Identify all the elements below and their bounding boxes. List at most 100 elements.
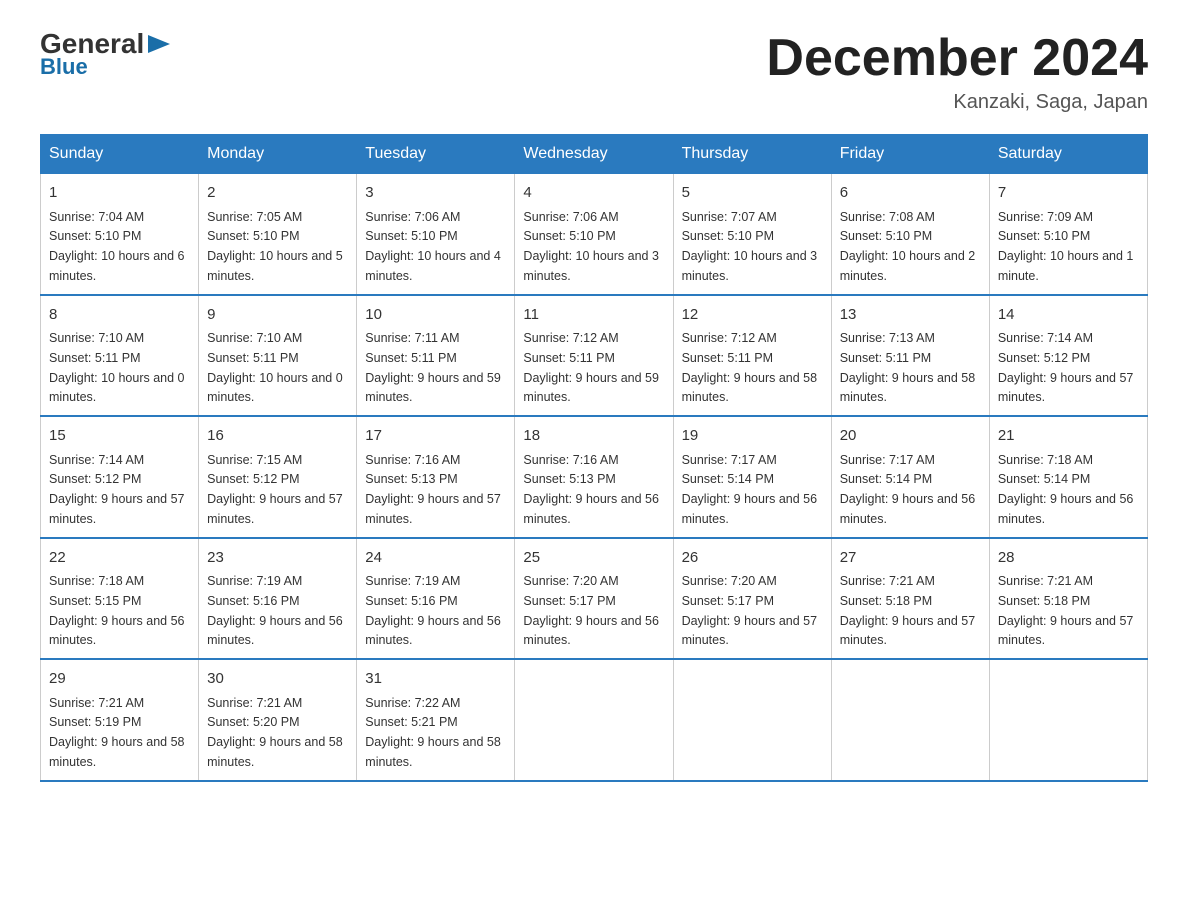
table-row: 20Sunrise: 7:17 AMSunset: 5:14 PMDayligh… — [831, 416, 989, 538]
table-row: 3 Sunrise: 7:06 AMSunset: 5:10 PMDaylight… — [357, 174, 515, 295]
day-number: 14 — [998, 304, 1139, 327]
day-info: Sunrise: 7:14 AMSunset: 5:12 PMDaylight:… — [49, 453, 185, 526]
table-row: 25 Sunrise: 7:20 AMSunset: 5:17 PMDayligh… — [515, 538, 673, 660]
calendar-subtitle: Kanzaki, Saga, Japan — [766, 91, 1148, 114]
table-row: 14 Sunrise: 7:14 AMSunset: 5:12 PMDayligh… — [989, 295, 1147, 417]
day-number: 5 — [682, 182, 823, 205]
day-number: 4 — [523, 182, 664, 205]
header-tuesday: Tuesday — [357, 135, 515, 174]
calendar-week-row: 8 Sunrise: 7:10 AMSunset: 5:11 PMDaylight… — [41, 295, 1148, 417]
day-number: 18 — [523, 425, 664, 448]
day-number: 8 — [49, 304, 190, 327]
day-number: 27 — [840, 547, 981, 570]
logo-blue-text: Blue — [40, 54, 88, 80]
day-number: 13 — [840, 304, 981, 327]
day-number: 3 — [365, 182, 506, 205]
table-row: 18 Sunrise: 7:16 AMSunset: 5:13 PMDayligh… — [515, 416, 673, 538]
table-row: 24 Sunrise: 7:19 AMSunset: 5:16 PMDayligh… — [357, 538, 515, 660]
day-number: 30 — [207, 668, 348, 691]
table-row — [515, 659, 673, 781]
header-thursday: Thursday — [673, 135, 831, 174]
day-info: Sunrise: 7:11 AMSunset: 5:11 PMDaylight:… — [365, 331, 501, 404]
day-info: Sunrise: 7:19 AMSunset: 5:16 PMDaylight:… — [207, 574, 343, 647]
day-info: Sunrise: 7:09 AMSunset: 5:10 PMDaylight:… — [998, 210, 1134, 283]
day-info: Sunrise: 7:16 AMSunset: 5:13 PMDaylight:… — [523, 453, 659, 526]
table-row: 4Sunrise: 7:06 AMSunset: 5:10 PMDaylight… — [515, 174, 673, 295]
calendar-table: Sunday Monday Tuesday Wednesday Thursday… — [40, 134, 1148, 782]
day-info: Sunrise: 7:12 AMSunset: 5:11 PMDaylight:… — [682, 331, 818, 404]
table-row: 23 Sunrise: 7:19 AMSunset: 5:16 PMDayligh… — [199, 538, 357, 660]
day-number: 15 — [49, 425, 190, 448]
day-number: 7 — [998, 182, 1139, 205]
day-number: 23 — [207, 547, 348, 570]
day-info: Sunrise: 7:21 AMSunset: 5:18 PMDaylight:… — [998, 574, 1134, 647]
day-number: 1 — [49, 182, 190, 205]
day-info: Sunrise: 7:04 AMSunset: 5:10 PMDaylight:… — [49, 210, 185, 283]
table-row: 7 Sunrise: 7:09 AMSunset: 5:10 PMDaylight… — [989, 174, 1147, 295]
day-info: Sunrise: 7:20 AMSunset: 5:17 PMDaylight:… — [682, 574, 818, 647]
day-info: Sunrise: 7:22 AMSunset: 5:21 PMDaylight:… — [365, 696, 501, 769]
day-number: 9 — [207, 304, 348, 327]
day-info: Sunrise: 7:10 AMSunset: 5:11 PMDaylight:… — [207, 331, 343, 404]
day-number: 11 — [523, 304, 664, 327]
calendar-week-row: 29 Sunrise: 7:21 AMSunset: 5:19 PMDayligh… — [41, 659, 1148, 781]
table-row: 8Sunrise: 7:10 AMSunset: 5:11 PMDaylight… — [41, 295, 199, 417]
table-row: 11 Sunrise: 7:12 AMSunset: 5:11 PMDayligh… — [515, 295, 673, 417]
table-row: 30Sunrise: 7:21 AMSunset: 5:20 PMDayligh… — [199, 659, 357, 781]
table-row: 1 Sunrise: 7:04 AMSunset: 5:10 PMDaylight… — [41, 174, 199, 295]
logo: General Blue — [40, 30, 170, 80]
day-number: 19 — [682, 425, 823, 448]
day-info: Sunrise: 7:17 AMSunset: 5:14 PMDaylight:… — [682, 453, 818, 526]
table-row: 13 Sunrise: 7:13 AMSunset: 5:11 PMDayligh… — [831, 295, 989, 417]
calendar-header-row: Sunday Monday Tuesday Wednesday Thursday… — [41, 135, 1148, 174]
header-monday: Monday — [199, 135, 357, 174]
day-info: Sunrise: 7:20 AMSunset: 5:17 PMDaylight:… — [523, 574, 659, 647]
day-info: Sunrise: 7:13 AMSunset: 5:11 PMDaylight:… — [840, 331, 976, 404]
table-row: 19 Sunrise: 7:17 AMSunset: 5:14 PMDayligh… — [673, 416, 831, 538]
table-row: 10 Sunrise: 7:11 AMSunset: 5:11 PMDayligh… — [357, 295, 515, 417]
table-row: 2Sunrise: 7:05 AMSunset: 5:10 PMDaylight… — [199, 174, 357, 295]
table-row: 15 Sunrise: 7:14 AMSunset: 5:12 PMDayligh… — [41, 416, 199, 538]
day-info: Sunrise: 7:19 AMSunset: 5:16 PMDaylight:… — [365, 574, 501, 647]
table-row — [831, 659, 989, 781]
day-info: Sunrise: 7:08 AMSunset: 5:10 PMDaylight:… — [840, 210, 976, 283]
table-row: 12 Sunrise: 7:12 AMSunset: 5:11 PMDayligh… — [673, 295, 831, 417]
table-row — [673, 659, 831, 781]
day-info: Sunrise: 7:18 AMSunset: 5:15 PMDaylight:… — [49, 574, 185, 647]
day-info: Sunrise: 7:21 AMSunset: 5:18 PMDaylight:… — [840, 574, 976, 647]
table-row: 16 Sunrise: 7:15 AMSunset: 5:12 PMDayligh… — [199, 416, 357, 538]
calendar-title: December 2024 — [766, 30, 1148, 87]
header-wednesday: Wednesday — [515, 135, 673, 174]
day-info: Sunrise: 7:16 AMSunset: 5:13 PMDaylight:… — [365, 453, 501, 526]
day-info: Sunrise: 7:06 AMSunset: 5:10 PMDaylight:… — [365, 210, 501, 283]
day-info: Sunrise: 7:07 AMSunset: 5:10 PMDaylight:… — [682, 210, 818, 283]
day-number: 16 — [207, 425, 348, 448]
day-number: 25 — [523, 547, 664, 570]
table-row: 29 Sunrise: 7:21 AMSunset: 5:19 PMDayligh… — [41, 659, 199, 781]
day-info: Sunrise: 7:15 AMSunset: 5:12 PMDaylight:… — [207, 453, 343, 526]
day-number: 20 — [840, 425, 981, 448]
day-number: 12 — [682, 304, 823, 327]
day-number: 17 — [365, 425, 506, 448]
day-number: 26 — [682, 547, 823, 570]
table-row: 21 Sunrise: 7:18 AMSunset: 5:14 PMDayligh… — [989, 416, 1147, 538]
day-number: 24 — [365, 547, 506, 570]
day-number: 21 — [998, 425, 1139, 448]
page-header: General Blue December 2024 Kanzaki, Saga… — [40, 30, 1148, 114]
logo-triangle-icon — [148, 35, 170, 53]
header-friday: Friday — [831, 135, 989, 174]
table-row: 17 Sunrise: 7:16 AMSunset: 5:13 PMDayligh… — [357, 416, 515, 538]
day-info: Sunrise: 7:14 AMSunset: 5:12 PMDaylight:… — [998, 331, 1134, 404]
day-info: Sunrise: 7:12 AMSunset: 5:11 PMDaylight:… — [523, 331, 659, 404]
calendar-week-row: 22Sunrise: 7:18 AMSunset: 5:15 PMDayligh… — [41, 538, 1148, 660]
day-number: 31 — [365, 668, 506, 691]
header-sunday: Sunday — [41, 135, 199, 174]
day-number: 29 — [49, 668, 190, 691]
table-row: 22Sunrise: 7:18 AMSunset: 5:15 PMDayligh… — [41, 538, 199, 660]
header-saturday: Saturday — [989, 135, 1147, 174]
day-number: 10 — [365, 304, 506, 327]
table-row: 28Sunrise: 7:21 AMSunset: 5:18 PMDayligh… — [989, 538, 1147, 660]
title-section: December 2024 Kanzaki, Saga, Japan — [766, 30, 1148, 114]
day-info: Sunrise: 7:18 AMSunset: 5:14 PMDaylight:… — [998, 453, 1134, 526]
day-info: Sunrise: 7:21 AMSunset: 5:19 PMDaylight:… — [49, 696, 185, 769]
